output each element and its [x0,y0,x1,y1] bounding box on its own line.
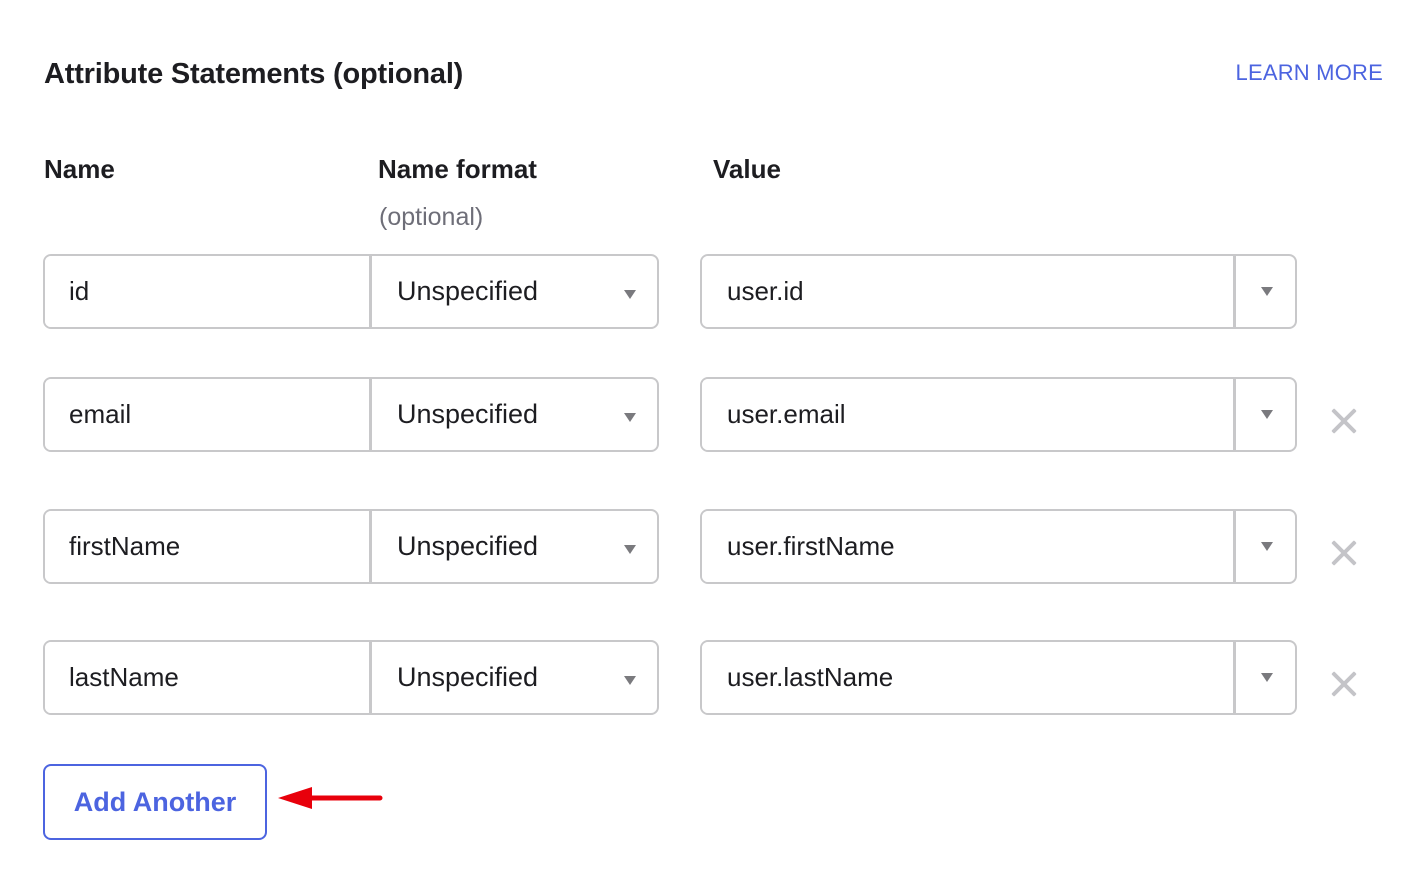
name-format-select[interactable]: Unspecified [372,511,657,582]
close-x-icon[interactable] [1330,670,1358,698]
name-and-format-group: Unspecified [43,640,659,715]
name-format-value: Unspecified [397,399,539,429]
caret-down-icon [1261,542,1273,551]
section-title: Attribute Statements (optional) [44,58,464,90]
attribute-statements-page: Attribute Statements (optional) LEARN MO… [0,0,1426,894]
name-format-select[interactable]: Unspecified [372,642,657,713]
value-group [700,640,1297,715]
column-header-name: Name [44,154,115,184]
attribute-row: Unspecified [0,640,1426,715]
attribute-name-input[interactable] [45,256,372,327]
caret-down-icon [624,413,636,422]
name-format-select[interactable]: Unspecified [372,256,657,327]
attribute-name-input[interactable] [45,379,372,450]
name-format-select[interactable]: Unspecified [372,379,657,450]
attribute-row: Unspecified [0,254,1426,329]
value-group [700,377,1297,452]
value-dropdown-button[interactable] [1236,256,1295,327]
learn-more-link[interactable]: LEARN MORE [1236,60,1383,86]
caret-down-icon [624,545,636,554]
name-and-format-group: Unspecified [43,509,659,584]
name-and-format-group: Unspecified [43,377,659,452]
close-x-icon[interactable] [1330,539,1358,567]
column-header-name-format-optional: (optional) [379,203,484,231]
attribute-value-input[interactable] [702,511,1236,582]
column-header-value: Value [713,154,781,184]
attribute-value-input[interactable] [702,379,1236,450]
caret-down-icon [1261,410,1273,419]
name-and-format-group: Unspecified [43,254,659,329]
name-format-value: Unspecified [397,531,539,561]
attribute-row: Unspecified [0,377,1426,452]
close-x-icon[interactable] [1330,407,1358,435]
caret-down-icon [624,676,636,685]
value-dropdown-button[interactable] [1236,642,1295,713]
attribute-value-input[interactable] [702,642,1236,713]
caret-down-icon [624,290,636,299]
value-group [700,254,1297,329]
column-header-name-format: Name format [378,154,537,184]
red-arrow-left-icon [278,787,383,809]
name-format-value: Unspecified [397,662,539,692]
attribute-name-input[interactable] [45,511,372,582]
add-another-button[interactable]: Add Another [43,764,267,840]
attribute-value-input[interactable] [702,256,1236,327]
name-format-value: Unspecified [397,276,539,306]
value-group [700,509,1297,584]
value-dropdown-button[interactable] [1236,379,1295,450]
value-dropdown-button[interactable] [1236,511,1295,582]
attribute-row: Unspecified [0,509,1426,584]
caret-down-icon [1261,287,1273,296]
caret-down-icon [1261,673,1273,682]
attribute-name-input[interactable] [45,642,372,713]
